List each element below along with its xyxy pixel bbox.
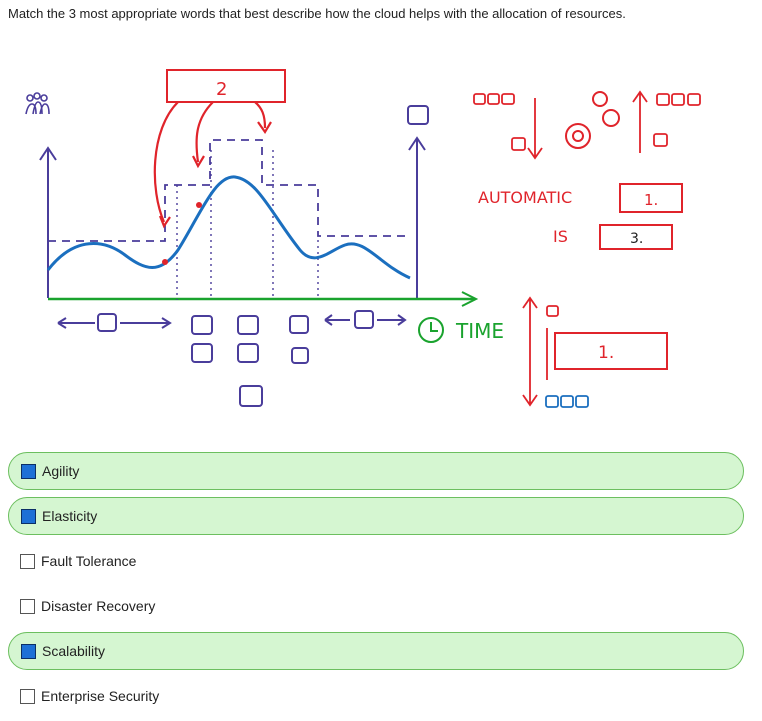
demand-curve bbox=[46, 175, 411, 280]
option-label: Agility bbox=[42, 463, 80, 479]
option-label: Fault Tolerance bbox=[41, 553, 137, 569]
checkbox-enterprise-security[interactable] bbox=[20, 688, 35, 704]
answer-box-1-label: 1. bbox=[644, 191, 658, 209]
cloud-elasticity-diagram: 2 TIME AUTOMATIC 1. IS 3. 1. bbox=[25, 69, 701, 408]
capacity-steps bbox=[48, 139, 408, 242]
option-enterprise-security[interactable]: Enterprise Security bbox=[8, 677, 744, 715]
checkbox-fault-tolerance[interactable] bbox=[20, 553, 35, 569]
answer-box-3-label: 3. bbox=[630, 231, 643, 247]
users-icon bbox=[25, 92, 50, 115]
checkbox-elasticity[interactable] bbox=[21, 508, 36, 524]
is-label: IS bbox=[553, 227, 568, 246]
time-label: TIME bbox=[455, 319, 504, 343]
server-icons-grid bbox=[191, 315, 309, 407]
server-icon bbox=[407, 105, 429, 125]
option-label: Scalability bbox=[42, 643, 106, 659]
option-agility[interactable]: Agility bbox=[8, 452, 744, 490]
option-label: Disaster Recovery bbox=[41, 598, 156, 614]
option-elasticity[interactable]: Elasticity bbox=[8, 497, 744, 535]
option-label: Enterprise Security bbox=[41, 688, 160, 704]
label-2: 2 bbox=[216, 79, 227, 100]
option-disaster-recovery[interactable]: Disaster Recovery bbox=[8, 587, 744, 625]
option-label: Elasticity bbox=[42, 508, 98, 524]
option-fault-tolerance[interactable]: Fault Tolerance bbox=[8, 542, 744, 580]
checkbox-disaster-recovery[interactable] bbox=[20, 598, 35, 614]
answer-box-1b-label: 1. bbox=[598, 343, 614, 363]
automatic-label: AUTOMATIC bbox=[478, 188, 572, 207]
server-icons-red bbox=[473, 90, 701, 160]
checkbox-agility[interactable] bbox=[21, 463, 36, 479]
gears-icon bbox=[565, 91, 620, 149]
question-text: Match the 3 most appropriate words that … bbox=[8, 6, 626, 21]
server-icons-blue bbox=[545, 395, 589, 408]
checkbox-scalability[interactable] bbox=[21, 643, 36, 659]
option-scalability[interactable]: Scalability bbox=[8, 632, 744, 670]
